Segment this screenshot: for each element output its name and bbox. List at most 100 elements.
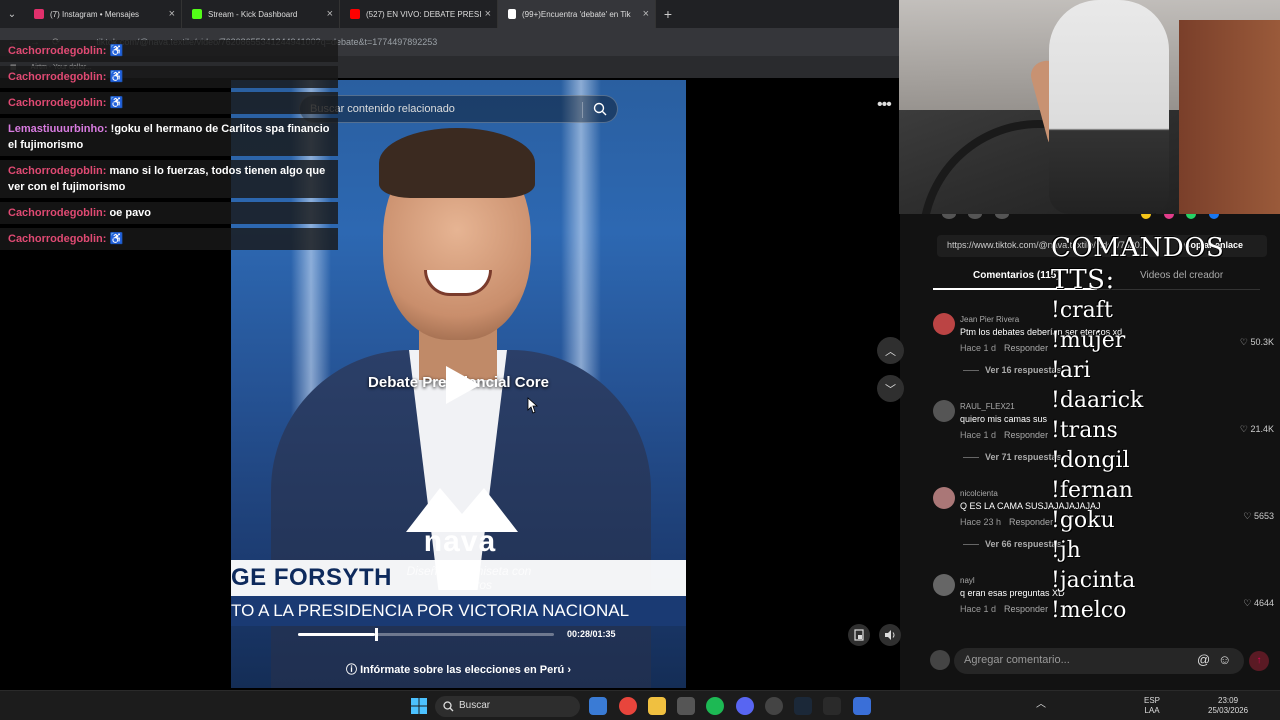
terminal-icon[interactable] [823,697,841,715]
stream-chat: Cachorrodegoblin: ♿ Cachorrodegoblin: ♿ Ca… [0,40,340,254]
comment-time: Hace 1 d [960,604,997,614]
tiktok-icon [508,9,516,19]
chat-message: Cachorrodegoblin: ♿ [0,92,338,114]
chat-message: Cachorrodegoblin: mano si lo fuerzas, to… [0,160,338,198]
chat-username: Cachorrodegoblin: [8,71,107,83]
chat-username: Cachorrodegoblin: [8,97,107,109]
tab-search-icon[interactable]: ⌄ [0,0,24,28]
chat-username: Lemastiuuurbinho: [8,123,108,135]
avatar[interactable] [933,487,955,509]
discord-icon[interactable] [736,697,754,715]
store-icon[interactable] [677,697,695,715]
tab-label: Stream - Kick Dashboard [208,9,298,19]
mention-icon[interactable]: @ [1197,652,1210,667]
previous-video-button[interactable]: ︿ [877,337,904,364]
reply-button[interactable]: Responder [1004,604,1048,614]
webcam-person [1049,0,1169,214]
divider [582,102,583,118]
clock-date: 25/03/2026 [1208,706,1249,715]
comment-text: q eran esas preguntas XD [960,588,1065,598]
related-search-input[interactable]: Buscar contenido relacionado [299,95,618,123]
search-icon [443,701,454,712]
video-progress-bar[interactable] [298,628,554,641]
chat-text: oe pavo [109,207,152,219]
comment-meta: Hace 1 d Responder [960,343,1048,353]
webcam-overlay [899,0,1280,214]
mouse-cursor-icon [527,397,538,414]
command-item: !dongil [1051,448,1130,473]
volume-button[interactable] [879,624,901,646]
command-item: !ari [1051,358,1091,383]
comment-meta: Hace 23 h Responder [960,517,1053,527]
command-item: !jacinta [1051,568,1136,593]
close-icon[interactable]: × [643,8,649,20]
taskbar-search[interactable]: Buscar [435,696,580,717]
file-explorer-icon[interactable] [648,697,666,715]
language-indicator[interactable]: ESP LAA [1144,696,1160,716]
screen: ⌄ (7) Instagram • Mensajes × Stream - Ki… [0,0,1280,720]
command-item: !craft [1051,298,1113,323]
avatar[interactable] [933,313,955,335]
comment-author[interactable]: nayl [960,576,975,585]
windows-start-icon[interactable] [411,698,427,714]
avatar[interactable] [933,574,955,596]
send-comment-button[interactable]: ↑ [1249,651,1269,671]
next-video-button[interactable]: ﹀ [877,375,904,402]
command-item: !jh [1051,538,1081,563]
copilot-icon[interactable] [589,697,607,715]
reply-button[interactable]: Responder [1004,430,1048,440]
close-icon[interactable]: × [327,8,333,20]
chevron-right-icon: › [564,664,571,676]
comment-author[interactable]: RAUL_FLEX21 [960,402,1015,411]
candidate-party: TO A LA PRESIDENCIA POR VICTORIA NACIONA… [231,601,630,620]
tray-chevron-up-icon[interactable]: ︿ [1036,700,1046,710]
chat-text: ♿ [109,71,124,83]
app-icon[interactable] [853,697,871,715]
candidate-name: GE FORSYTH [231,564,393,591]
command-item: !fernan [1051,478,1133,503]
logo-subtitle: Diseña tu camiseta con nosotros [406,564,532,592]
tab-instagram[interactable]: (7) Instagram • Mensajes × [24,0,182,28]
obs-icon[interactable] [765,697,783,715]
progress-knob[interactable] [374,628,378,641]
clock[interactable]: 23:09 25/03/2026 [1208,696,1248,716]
user-avatar [930,650,950,670]
chrome-icon[interactable] [619,697,637,715]
info-icon: ⓘ [346,664,361,676]
lang-layout: LAA [1144,706,1160,715]
tab-tiktok[interactable]: (99+)Encuentra 'debate' en Tik × [498,0,656,28]
pip-button[interactable] [848,624,870,646]
chat-username: Cachorrodegoblin: [8,233,107,245]
steam-icon[interactable] [794,697,812,715]
tab-youtube[interactable]: (527) EN VIVO: DEBATE PRESID × [340,0,498,28]
chat-message: Cachorrodegoblin: oe pavo [0,202,338,224]
pip-icon [854,629,864,641]
play-icon[interactable] [442,364,482,406]
command-item: !goku [1051,508,1115,533]
tab-comments[interactable]: Comentarios (115) [933,270,1097,290]
commands-list: !craft !mujer !ari !daarick !trans !dongil !fe… [1051,296,1280,626]
close-icon[interactable]: × [169,8,175,20]
avatar[interactable] [933,400,955,422]
chat-message: Lemastiuuurbinho: !goku el hermano de Ca… [0,118,338,156]
chat-username: Cachorrodegoblin: [8,207,107,219]
instagram-icon [34,9,44,19]
kick-icon [192,9,202,19]
chat-username: Cachorrodegoblin: [8,45,107,57]
lang-code: ESP [1144,696,1161,705]
tab-kick[interactable]: Stream - Kick Dashboard × [182,0,340,28]
close-icon[interactable]: × [485,8,491,20]
chat-text: ♿ [109,45,124,57]
new-tab-button[interactable]: + [656,6,680,22]
comment-author[interactable]: Jean Pier Rivera [960,315,1019,324]
comment-author[interactable]: nicolcienta [960,489,998,498]
reply-button[interactable]: Responder [1009,517,1053,527]
youtube-icon [350,9,360,19]
spotify-icon[interactable] [706,697,724,715]
emoji-icon[interactable]: ☺ [1218,652,1231,667]
elections-info-link[interactable]: ⓘ Infórmate sobre las elecciones en Perú… [231,656,686,684]
search-icon[interactable] [593,102,607,116]
reply-button[interactable]: Responder [1004,343,1048,353]
lower-third-sub: TO A LA PRESIDENCIA POR VICTORIA NACIONA… [231,596,686,626]
browser-tab-bar: ⌄ (7) Instagram • Mensajes × Stream - Ki… [0,0,900,28]
